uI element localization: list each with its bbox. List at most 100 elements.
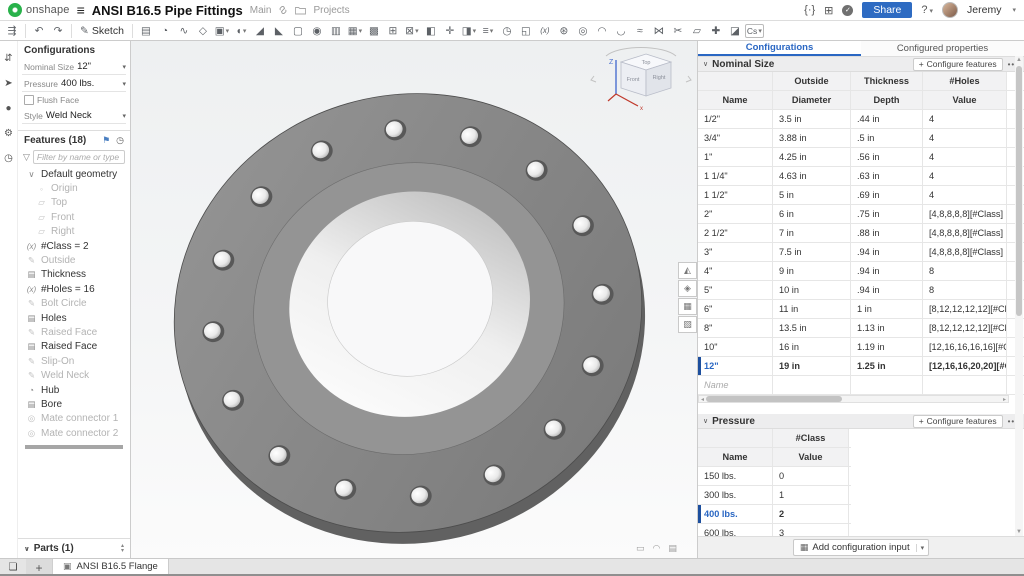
scrollbar-thumb[interactable] <box>706 396 842 402</box>
table-cell[interactable]: .94 in <box>851 262 923 280</box>
view-cube[interactable]: Z x Top Front Right <box>586 46 696 118</box>
user-avatar[interactable] <box>942 2 958 18</box>
configure-features-button[interactable]: + Configure features <box>913 415 1003 428</box>
table-cell[interactable]: 8 <box>923 262 1007 280</box>
feature-item-right[interactable]: ▱Right <box>18 225 130 239</box>
cursor-icon[interactable]: ➤ <box>4 78 12 89</box>
table-cell[interactable]: 19 in <box>773 357 851 375</box>
flange-model[interactable] <box>131 41 697 558</box>
app-store-icon[interactable]: ⊞ <box>824 4 833 17</box>
table-cell[interactable]: 9 in <box>773 262 851 280</box>
sketch-button[interactable]: ✎ Sketch <box>76 25 128 37</box>
table-cell[interactable]: .94 in <box>851 281 923 299</box>
scroll-left-icon[interactable]: ◂ <box>699 396 706 403</box>
table-cell[interactable]: 4 <box>923 186 1007 204</box>
table-cell[interactable]: [8,12,12,12,12][#Class] <box>923 319 1007 337</box>
table-cell[interactable]: 0 <box>773 467 849 485</box>
user-menu-caret-icon[interactable]: ▾ <box>1012 6 1016 14</box>
user-name[interactable]: Jeremy <box>967 4 1001 16</box>
named-views-button[interactable]: ▧ <box>678 316 697 333</box>
table-cell[interactable]: [12,16,16,20,20][#Class] <box>923 357 1007 375</box>
chevron-down-icon[interactable]: ▾ <box>122 80 126 88</box>
plane-tool[interactable]: ▱ <box>688 23 706 39</box>
flush-face-checkbox[interactable] <box>24 95 34 105</box>
projects-folder-icon[interactable] <box>295 6 306 15</box>
circular-pattern-tool[interactable]: ▩ <box>365 23 383 39</box>
config-table-row[interactable]: 1 1/4"4.63 in.63 in4 <box>698 167 1024 186</box>
config-table-row[interactable]: 1 1/2"5 in.69 in4 <box>698 186 1024 205</box>
custom-features-caret-icon[interactable]: ▾ <box>758 27 762 35</box>
config-input-style[interactable]: StyleWeld Neck▾ <box>18 107 130 123</box>
config-table-row[interactable]: 12"19 in1.25 in[12,16,16,20,20][#Class] <box>698 357 1024 376</box>
fillet-tool[interactable]: ◖▾ <box>232 23 250 39</box>
featurescript-icon[interactable]: ⚙ <box>4 128 13 139</box>
table-cell[interactable]: 4" <box>698 262 773 280</box>
chamfer-tool[interactable]: ◢ <box>251 23 269 39</box>
table-cell[interactable]: 1.25 in <box>851 357 923 375</box>
config-table-row[interactable]: 4"9 in.94 in8 <box>698 262 1024 281</box>
rollback-bar[interactable] <box>25 445 123 449</box>
share-button[interactable]: Share <box>862 2 912 18</box>
table-cell[interactable]: 7.5 in <box>773 243 851 261</box>
thicken-caret-icon[interactable]: ▾ <box>226 27 230 35</box>
table-cell[interactable]: 11 in <box>773 300 851 318</box>
mate-connector-tool[interactable]: ✚ <box>707 23 725 39</box>
import-tool[interactable]: ◱ <box>517 23 535 39</box>
transform-tool[interactable]: ✛ <box>441 23 459 39</box>
table-cell[interactable]: 5" <box>698 281 773 299</box>
revolve-tool[interactable]: ◔ <box>156 23 174 39</box>
comments-icon[interactable]: ● <box>5 103 11 114</box>
table-cell[interactable]: 6" <box>698 300 773 318</box>
tab-manager-icon[interactable]: ❏ <box>0 562 26 573</box>
table-cell[interactable]: 7 in <box>773 224 851 242</box>
table-cell[interactable]: 1/2" <box>698 110 773 128</box>
section-view-button[interactable]: ▦ <box>678 298 697 315</box>
feature-item-hub[interactable]: ◔Hub <box>18 383 130 397</box>
feature-item-weld-neck[interactable]: ✎Weld Neck <box>18 368 130 382</box>
fillet-caret-icon[interactable]: ▾ <box>243 27 247 35</box>
intersection-curve-tool[interactable]: ⋈ <box>650 23 668 39</box>
new-row-placeholder[interactable]: Name <box>698 376 773 394</box>
redo-button[interactable]: ↷ <box>49 23 67 39</box>
config-table-row[interactable]: 1"4.25 in.56 in4 <box>698 148 1024 167</box>
add-configuration-input-button[interactable]: ▦ Add configuration input ▾ <box>793 539 929 556</box>
sheet-metal-tool[interactable]: ◪ <box>726 23 744 39</box>
feature-item-mate-connector-1[interactable]: ◎Mate connector 1 <box>18 412 130 426</box>
chevron-down-icon[interactable]: ∨ <box>703 60 708 68</box>
table-cell[interactable]: [12,16,16,16,16][#Class] <box>923 338 1007 356</box>
table-cell[interactable]: 10" <box>698 338 773 356</box>
config-table-row[interactable]: 8"13.5 in1.13 in[8,12,12,12,12][#Class] <box>698 319 1024 338</box>
config-table-row[interactable]: 150 lbs.0 <box>698 467 851 486</box>
table-cell[interactable]: .5 in <box>851 129 923 147</box>
config-table-row[interactable]: 10"16 in1.19 in[12,16,16,16,16][#Class] <box>698 338 1024 357</box>
config-input-flush-face[interactable]: Flush Face <box>18 92 130 107</box>
features-filter-input[interactable] <box>33 150 125 164</box>
scroll-down-icon[interactable]: ▼ <box>1015 529 1023 535</box>
featurescript-tool[interactable]: ⊛ <box>555 23 573 39</box>
table-cell[interactable]: 3" <box>698 243 773 261</box>
table-cell[interactable]: [4,8,8,8,8][#Class] <box>923 243 1007 261</box>
trim-curve-tool[interactable]: ✂ <box>669 23 687 39</box>
table-cell[interactable]: .63 in <box>851 167 923 185</box>
help-icon[interactable]: ?▾ <box>921 4 933 16</box>
table-cell[interactable]: 1.19 in <box>851 338 923 356</box>
config-table-row[interactable]: 2 1/2"7 in.88 in[4,8,8,8,8][#Class] <box>698 224 1024 243</box>
chevron-down-icon[interactable]: ▾ <box>122 112 126 120</box>
table-cell[interactable]: 1" <box>698 148 773 166</box>
config-table-row[interactable]: 5"10 in.94 in8 <box>698 281 1024 300</box>
rollback-clock-icon[interactable]: ◷ <box>116 135 124 146</box>
helix-tool[interactable]: ◎ <box>574 23 592 39</box>
config-table-row[interactable]: 3"7.5 in.94 in[4,8,8,8,8][#Class] <box>698 243 1024 262</box>
feature-item-bore[interactable]: ▤Bore <box>18 397 130 411</box>
feature-item-thickness[interactable]: ▤Thickness <box>18 268 130 282</box>
table-cell[interactable]: 4 <box>923 148 1007 166</box>
sweep-tool[interactable]: ∿ <box>175 23 193 39</box>
bridging-curve-tool[interactable]: ◡ <box>612 23 630 39</box>
hole-tool[interactable]: ◉ <box>308 23 326 39</box>
table-cell[interactable]: 2 <box>773 505 849 523</box>
tab-configurations[interactable]: Configurations <box>698 41 861 56</box>
view-orientation-button[interactable]: ◈ <box>678 280 697 297</box>
table-cell[interactable]: 3.5 in <box>773 110 851 128</box>
feature-item-raised-face[interactable]: ▤Raised Face <box>18 340 130 354</box>
extrude-tool[interactable]: ▤ <box>137 23 155 39</box>
